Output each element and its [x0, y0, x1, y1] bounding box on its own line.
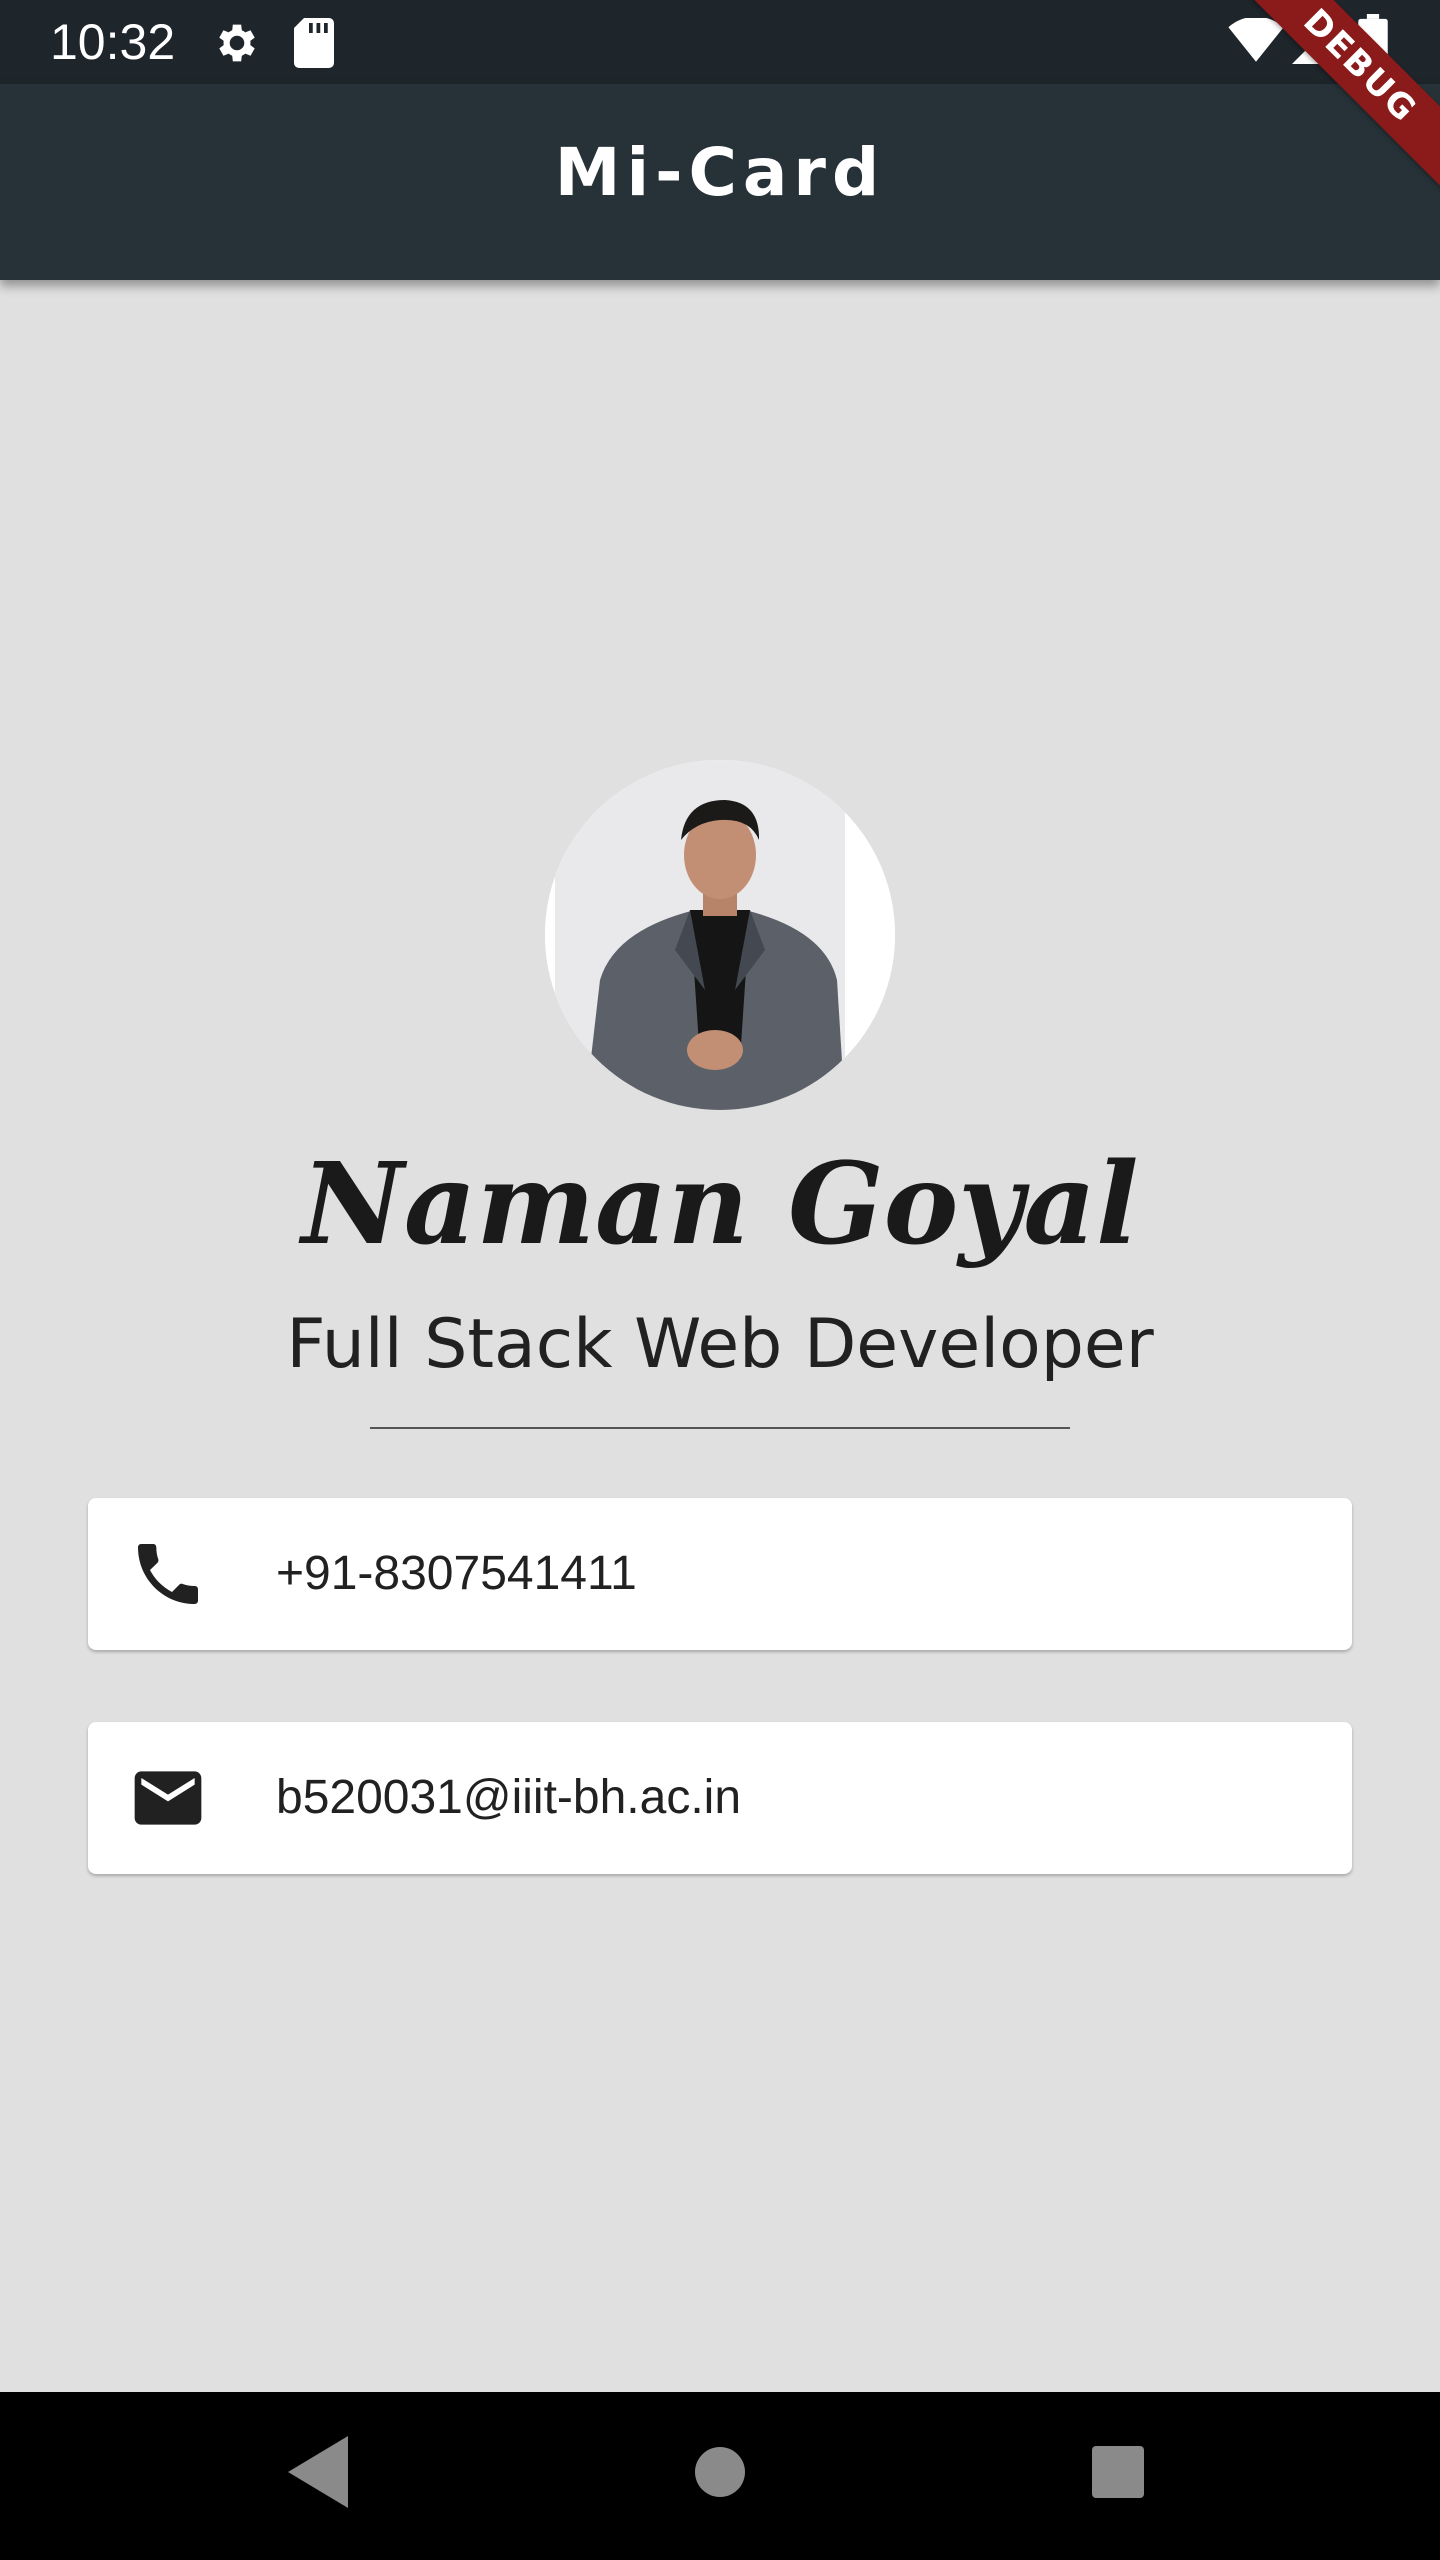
recents-icon[interactable] — [1090, 2436, 1146, 2508]
app-title: Mi-Card — [554, 133, 886, 211]
divider — [370, 1427, 1070, 1429]
phone-number: +91-8307541411 — [276, 1547, 637, 1600]
app-bar: Mi-Card — [0, 84, 1440, 280]
email-card[interactable]: b520031@iiit-bh.ac.in — [88, 1722, 1352, 1874]
mail-icon — [134, 1771, 202, 1825]
sd-card-icon — [294, 18, 334, 68]
email-address: b520031@iiit-bh.ac.in — [276, 1771, 742, 1824]
gear-icon — [219, 24, 255, 62]
status-time: 10:32 — [50, 14, 176, 70]
home-icon[interactable] — [694, 2436, 746, 2508]
profile-name: Naman Goyal — [301, 1139, 1139, 1270]
phone-card[interactable]: +91-8307541411 — [88, 1498, 1352, 1650]
profile-photo — [545, 760, 895, 1110]
profile-subtitle: Full Stack Web Developer — [286, 1305, 1154, 1384]
navigation-bar — [0, 2392, 1440, 2560]
phone-icon — [138, 1544, 198, 1604]
avatar — [545, 760, 895, 1110]
back-icon[interactable] — [288, 2436, 348, 2508]
status-bar: 10:32 — [0, 0, 1440, 84]
wifi-icon — [1228, 18, 1284, 62]
